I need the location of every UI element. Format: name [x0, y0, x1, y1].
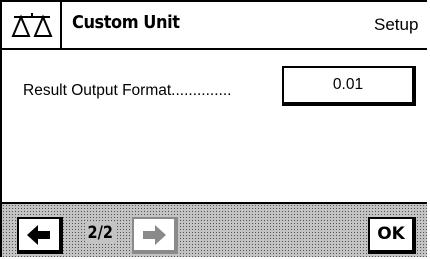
output-format-button[interactable]: 0.01 — [282, 66, 416, 106]
back-button[interactable] — [17, 217, 63, 254]
arrow-right-icon — [143, 224, 166, 245]
footer-bar: 2/2 OK — [2, 202, 427, 257]
header-bar: Custom Unit Setup — [2, 2, 427, 50]
terminal-screen: Custom Unit Setup Result Output Format..… — [0, 0, 427, 257]
mode-label: Setup — [374, 15, 419, 34]
balance-scale-icon — [2, 2, 62, 48]
ok-button[interactable]: OK — [368, 217, 416, 254]
arrow-left-icon — [27, 224, 50, 245]
forward-button[interactable] — [132, 217, 178, 254]
page-indicator: 2/2 — [85, 223, 116, 243]
setting-label: Result Output Format.............. — [23, 82, 232, 99]
page-title: Custom Unit — [72, 12, 180, 33]
